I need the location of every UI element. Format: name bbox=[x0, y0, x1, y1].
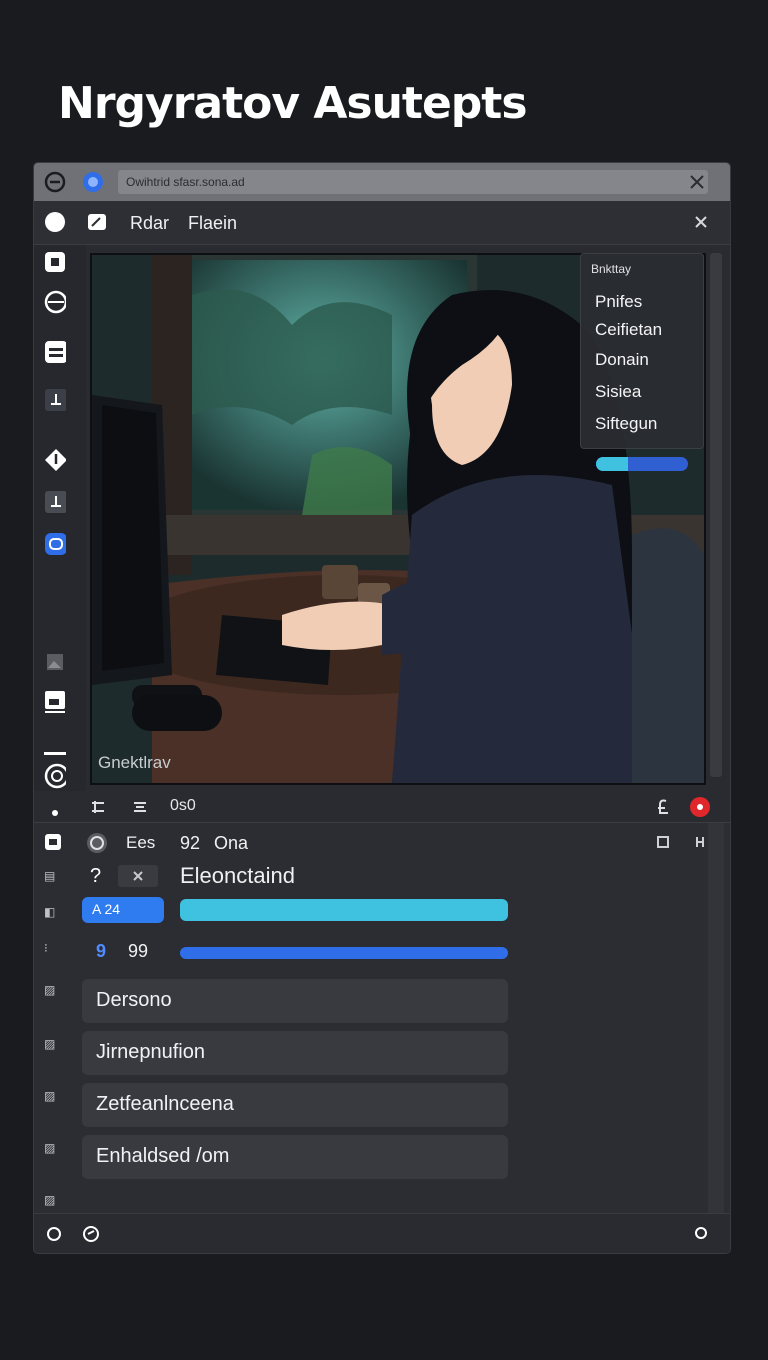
layout-icon[interactable] bbox=[44, 341, 66, 363]
tab-rdar[interactable]: Rdar bbox=[130, 213, 169, 234]
panel-row-label: Eleonctaind bbox=[180, 863, 295, 888]
page-heading: Nrgyratov Asutepts bbox=[58, 78, 528, 129]
crop-icon[interactable] bbox=[44, 491, 66, 513]
toolbar: Rdar Flaein bbox=[34, 201, 730, 245]
properties-panel: Ees 92 Ona ▤ ? Eleonctaind ◧ A 24 ⁝ 9 99… bbox=[34, 823, 730, 1213]
app-window: Owihtrid sfasr.sona.ad Rdar Flaein Gnekt… bbox=[34, 163, 730, 1253]
progress-bar-two-fill bbox=[180, 947, 508, 959]
close-small-icon[interactable] bbox=[118, 865, 158, 887]
globe-icon[interactable] bbox=[44, 290, 66, 314]
list-item[interactable]: Zetfeanlnceena bbox=[82, 1083, 508, 1127]
currency-icon[interactable] bbox=[656, 797, 670, 822]
list-item[interactable]: Dersono bbox=[82, 979, 508, 1023]
alert-icon[interactable] bbox=[690, 797, 710, 822]
progress-bar-one[interactable] bbox=[180, 899, 508, 921]
left-toolbar bbox=[34, 245, 86, 805]
side-icon: ▨ bbox=[44, 1089, 56, 1103]
menu-item[interactable]: Siftegun bbox=[595, 414, 657, 434]
side-icon: ◧ bbox=[44, 905, 56, 919]
close-tab-icon[interactable] bbox=[688, 173, 710, 195]
edit-icon[interactable] bbox=[86, 211, 108, 238]
row-three-right: 99 bbox=[128, 941, 149, 961]
panel-circle-icon[interactable] bbox=[86, 832, 108, 859]
tool-chip[interactable]: A 24 bbox=[82, 897, 164, 923]
record-icon[interactable] bbox=[44, 211, 66, 238]
status-bar: 0s0 bbox=[34, 791, 730, 823]
side-icon: ▤ bbox=[44, 869, 56, 883]
list-item[interactable]: Enhaldsed /om bbox=[82, 1135, 508, 1179]
expand-icon[interactable] bbox=[656, 835, 670, 854]
address-bar: Owihtrid sfasr.sona.ad bbox=[34, 163, 730, 201]
power-icon[interactable] bbox=[694, 1226, 708, 1245]
menu-item[interactable]: Donain bbox=[595, 350, 649, 370]
back-icon[interactable] bbox=[44, 171, 66, 193]
panel-scrollbar[interactable] bbox=[708, 823, 724, 1213]
pen-icon[interactable] bbox=[44, 449, 66, 471]
context-menu: Bnkttay Pnifes Ceifietan Donain Sisiea S… bbox=[580, 253, 704, 449]
pin-icon[interactable] bbox=[694, 835, 708, 854]
close-icon[interactable] bbox=[694, 215, 708, 234]
menu-slider[interactable] bbox=[596, 457, 688, 471]
progress-bar-one-fill bbox=[180, 899, 508, 921]
dot-icon bbox=[52, 803, 58, 821]
side-icon: ▨ bbox=[44, 1193, 56, 1207]
panel-header-unit: Ona bbox=[214, 833, 249, 853]
help-icon[interactable]: ? bbox=[90, 865, 101, 888]
scene-caption: Gnektlrav bbox=[98, 753, 171, 772]
row-three-left: 9 bbox=[96, 941, 107, 961]
canvas-scrollbar[interactable] bbox=[710, 253, 722, 777]
chat-icon[interactable] bbox=[44, 533, 66, 555]
image-icon[interactable] bbox=[44, 651, 66, 673]
status-circle-icon[interactable] bbox=[46, 1226, 62, 1247]
transform-icon[interactable] bbox=[90, 799, 106, 820]
side-icon: ⁝ bbox=[44, 941, 48, 955]
side-icon: ▨ bbox=[44, 983, 56, 997]
save-icon[interactable] bbox=[44, 691, 66, 713]
panel-header-text: Ees bbox=[126, 833, 156, 852]
align-icon[interactable] bbox=[132, 799, 148, 820]
menu-item[interactable]: Sisiea bbox=[595, 382, 641, 402]
panel-header-value: 92 bbox=[180, 833, 201, 853]
list-item[interactable]: Jirnepnufion bbox=[82, 1031, 508, 1075]
select-icon[interactable] bbox=[44, 251, 66, 273]
menu-header: Bnkttay bbox=[591, 262, 632, 276]
browser-logo-icon[interactable] bbox=[82, 171, 104, 193]
side-icon: ▨ bbox=[44, 1037, 56, 1051]
divider-icon bbox=[44, 743, 66, 765]
refresh-icon[interactable] bbox=[82, 1225, 100, 1248]
tab-flaein[interactable]: Flaein bbox=[188, 213, 237, 234]
panel-square-icon[interactable] bbox=[44, 833, 62, 856]
url-input[interactable]: Owihtrid sfasr.sona.ad bbox=[118, 170, 708, 194]
progress-bar-two[interactable] bbox=[180, 947, 508, 959]
menu-slider-fill bbox=[596, 457, 629, 471]
footer-bar bbox=[34, 1213, 730, 1253]
status-code: 0s0 bbox=[170, 797, 196, 814]
menu-item[interactable]: Ceifietan bbox=[595, 320, 662, 340]
side-icon: ▨ bbox=[44, 1141, 56, 1155]
clock-icon[interactable] bbox=[44, 763, 66, 789]
text-tool-icon[interactable] bbox=[44, 389, 66, 411]
menu-item[interactable]: Pnifes bbox=[595, 292, 642, 312]
